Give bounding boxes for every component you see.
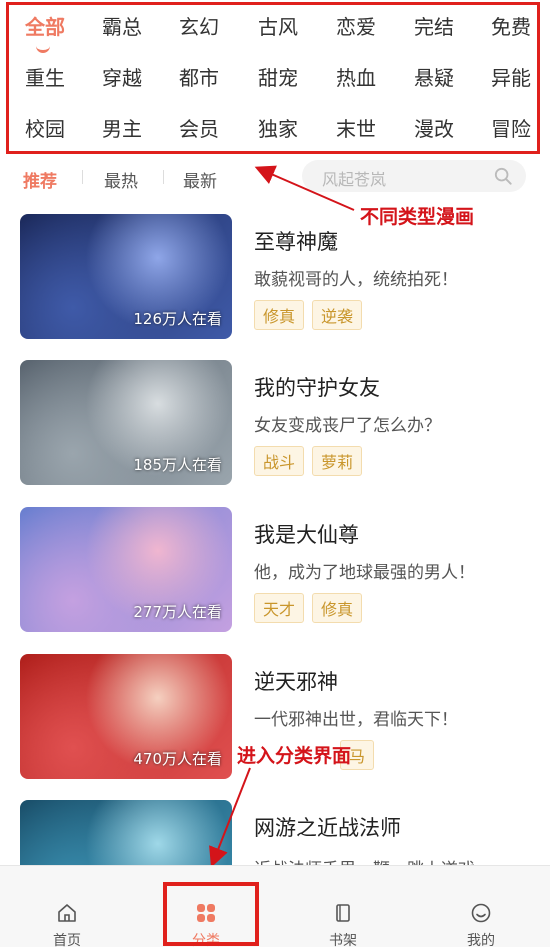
category-item[interactable]: 末世	[323, 117, 389, 141]
category-item[interactable]: 免费	[478, 15, 544, 39]
search-placeholder: 风起苍岚	[322, 170, 387, 189]
comic-tag[interactable]: 战斗	[254, 446, 305, 476]
category-item[interactable]: 漫改	[401, 117, 467, 141]
nav-home[interactable]: 首页	[12, 866, 122, 947]
sort-tab-newest[interactable]: 最新	[183, 167, 217, 192]
sort-tab-recommended[interactable]: 推荐	[23, 167, 57, 192]
comic-list-item[interactable]: 126万人在看 至尊神魔敢藐视哥的人，统统拍死！ 修真 逆袭	[0, 214, 550, 344]
comic-tags: 战斗 萝莉	[254, 446, 370, 476]
sort-tab-hottest[interactable]: 最热	[104, 167, 138, 192]
nav-me-label: 我的	[467, 933, 495, 947]
category-item[interactable]: 热血	[323, 66, 389, 90]
view-count: 277万人在看	[133, 603, 222, 621]
comic-cover-image[interactable]: 470万人在看	[20, 654, 232, 779]
comic-tag[interactable]: 萝莉	[312, 446, 363, 476]
comic-title[interactable]: 逆天邪神	[254, 666, 338, 696]
view-count: 126万人在看	[133, 310, 222, 328]
category-item[interactable]: 男主	[89, 117, 155, 141]
home-icon	[58, 904, 76, 922]
category-item[interactable]: 都市	[166, 66, 232, 90]
category-all[interactable]: 全部	[12, 15, 78, 39]
comic-description: 女友变成丧尸了怎么办？	[254, 416, 441, 436]
search-bar[interactable]: 风起苍岚	[302, 160, 526, 192]
comic-description: 一代邪神出世，君临天下！	[254, 710, 458, 730]
comic-tag[interactable]: 修真	[312, 593, 363, 623]
comic-list-item[interactable]: 185万人在看 我的守护女友 女友变成丧尸了怎么办？ 战斗 萝莉	[0, 360, 550, 490]
view-count: 185万人在看	[133, 456, 222, 474]
comic-tags: 天才 修真	[254, 593, 370, 623]
comic-cover-image[interactable]: 185万人在看	[20, 360, 232, 485]
comic-title[interactable]: 我是大仙尊	[254, 519, 359, 549]
search-icon[interactable]	[494, 167, 512, 185]
category-item[interactable]: 玄幻	[166, 15, 232, 39]
category-item[interactable]: 校园	[12, 117, 78, 141]
category-item[interactable]: 完结	[401, 15, 467, 39]
category-item[interactable]: 霸总	[89, 15, 155, 39]
nav-home-label: 首页	[53, 933, 81, 947]
category-item[interactable]: 穿越	[89, 66, 155, 90]
category-item[interactable]: 古风	[245, 15, 311, 39]
comic-list-item[interactable]: 277万人在看 我是大仙尊他，成为了地球最强的男人！ 天才 修真	[0, 507, 550, 637]
bottom-nav: 首页 分类 书架 我的	[0, 865, 550, 947]
comic-description: 他，成为了地球最强的男人！	[254, 563, 475, 583]
nav-bookshelf-label: 书架	[329, 933, 357, 947]
comic-title[interactable]: 至尊神魔	[254, 226, 338, 256]
active-category-indicator	[36, 45, 50, 53]
nav-me[interactable]: 我的	[426, 866, 536, 947]
book-icon	[336, 904, 350, 922]
view-count: 470万人在看	[133, 750, 222, 768]
category-item[interactable]: 冒险	[478, 117, 544, 141]
annotation-enter: 进入分类界面	[237, 745, 352, 767]
category-item[interactable]: 独家	[245, 117, 311, 141]
comic-title[interactable]: 网游之近战法师	[254, 812, 401, 842]
comic-tags: 修真 逆袭	[254, 300, 370, 330]
category-item[interactable]: 恋爱	[323, 15, 389, 39]
comic-tag[interactable]: 天才	[254, 593, 305, 623]
category-item[interactable]: 重生	[12, 66, 78, 90]
category-item[interactable]: 甜宠	[245, 66, 311, 90]
category-grid: 全部 霸总 玄幻 古风 恋爱 完结 免费 重生 穿越 都市 甜宠 热血 悬疑 异…	[6, 2, 540, 154]
nav-bookshelf[interactable]: 书架	[288, 866, 398, 947]
comic-tag[interactable]: 修真	[254, 300, 305, 330]
comic-tag[interactable]: 逆袭	[312, 300, 363, 330]
comic-cover-image[interactable]: 126万人在看	[20, 214, 232, 339]
category-tab-highlight	[163, 882, 259, 946]
annotation-types: 不同类型漫画	[360, 206, 475, 228]
divider	[163, 170, 164, 184]
comic-cover-image[interactable]: 277万人在看	[20, 507, 232, 632]
category-item[interactable]: 会员	[166, 117, 232, 141]
category-item[interactable]: 异能	[478, 66, 544, 90]
comic-description: 敢藐视哥的人，统统拍死！	[254, 270, 458, 290]
category-item[interactable]: 悬疑	[401, 66, 467, 90]
divider	[82, 170, 83, 184]
comic-title[interactable]: 我的守护女友	[254, 372, 380, 402]
smiley-icon	[471, 903, 491, 923]
